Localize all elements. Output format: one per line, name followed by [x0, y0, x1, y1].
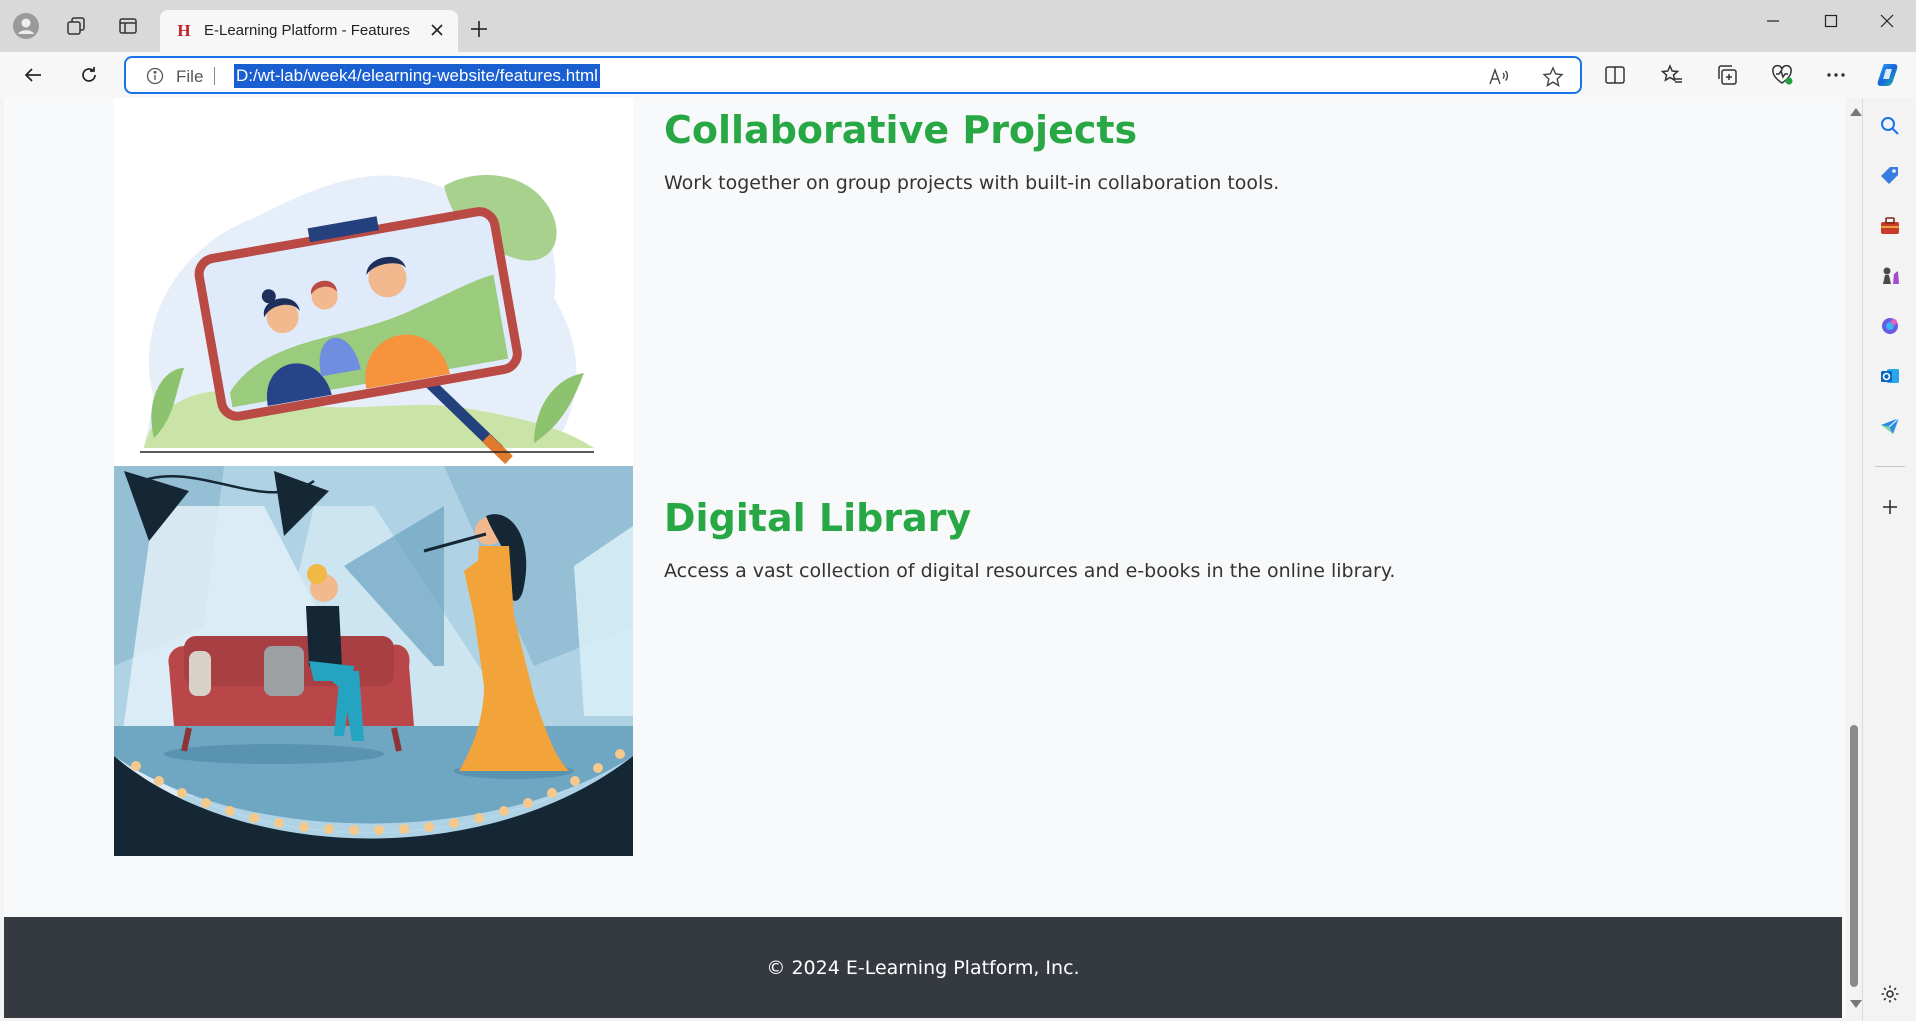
back-icon[interactable]: [18, 60, 48, 90]
read-aloud-icon[interactable]: [1488, 66, 1510, 88]
profile-icon[interactable]: [12, 12, 40, 40]
split-screen-icon[interactable]: [1601, 61, 1629, 89]
close-window-icon[interactable]: [1864, 6, 1910, 36]
new-tab-icon[interactable]: [466, 16, 492, 42]
page-scrollbar[interactable]: [1846, 98, 1862, 1018]
url-text[interactable]: D:/wt-lab/week4/elearning-website/featur…: [234, 64, 600, 88]
feature-text-block: Digital Library Access a vast collection…: [664, 496, 1395, 582]
send-icon[interactable]: [1877, 413, 1903, 439]
address-bar[interactable]: File D:/wt-lab/week4/elearning-website/f…: [124, 56, 1582, 94]
collections-icon[interactable]: [1713, 61, 1741, 89]
maximize-icon[interactable]: [1808, 6, 1854, 36]
sidebar-divider: [1875, 466, 1905, 467]
more-options-icon[interactable]: [1822, 61, 1850, 89]
close-tab-icon[interactable]: [426, 19, 448, 41]
browser-essentials-icon[interactable]: [1768, 61, 1796, 89]
feature-description: Work together on group projects with bui…: [664, 172, 1280, 194]
favorite-star-icon[interactable]: [1542, 66, 1564, 88]
scroll-up-arrow-icon[interactable]: [1850, 108, 1862, 116]
chess-icon[interactable]: [1877, 263, 1903, 289]
edge-sidebar: [1862, 98, 1916, 1021]
tag-icon[interactable]: [1877, 163, 1903, 189]
selfie-illustration-image: [114, 98, 633, 500]
tab-favicon-icon: H: [177, 21, 191, 40]
address-divider: [214, 67, 215, 85]
copilot-icon[interactable]: [1875, 61, 1903, 89]
workspaces-icon[interactable]: [62, 12, 90, 40]
refresh-icon[interactable]: [74, 60, 104, 90]
title-bar: H E-Learning Platform - Features: [0, 0, 1916, 52]
tab-title: E-Learning Platform - Features: [204, 22, 410, 39]
search-icon[interactable]: [1877, 113, 1903, 139]
scroll-thumb[interactable]: [1850, 725, 1858, 987]
add-icon[interactable]: [1877, 494, 1903, 520]
vertical-tabs-icon[interactable]: [114, 12, 142, 40]
feature-description: Access a vast collection of digital reso…: [664, 560, 1396, 582]
favorites-icon[interactable]: [1658, 61, 1686, 89]
info-icon[interactable]: [146, 67, 164, 85]
minimize-icon[interactable]: [1750, 6, 1796, 36]
feature-text-block: Collaborative Projects Work together on …: [664, 108, 1279, 194]
file-label: File: [176, 67, 204, 86]
stage-performance-image: [114, 466, 633, 856]
page-footer: © 2024 E-Learning Platform, Inc.: [4, 917, 1842, 1018]
browser-toolbar: File D:/wt-lab/week4/elearning-website/f…: [0, 52, 1916, 98]
settings-icon[interactable]: [1877, 981, 1903, 1007]
scroll-down-arrow-icon[interactable]: [1850, 1000, 1862, 1008]
copilot-icon[interactable]: [1877, 313, 1903, 339]
outlook-icon[interactable]: [1877, 363, 1903, 389]
feature-title: Collaborative Projects: [664, 108, 1138, 152]
feature-title: Digital Library: [664, 496, 972, 540]
footer-copyright: © 2024 E-Learning Platform, Inc.: [766, 957, 1080, 979]
toolbox-icon[interactable]: [1877, 213, 1903, 239]
tab-features[interactable]: H E-Learning Platform - Features: [160, 10, 458, 52]
page-viewport: Collaborative Projects Work together on …: [4, 98, 1862, 1018]
